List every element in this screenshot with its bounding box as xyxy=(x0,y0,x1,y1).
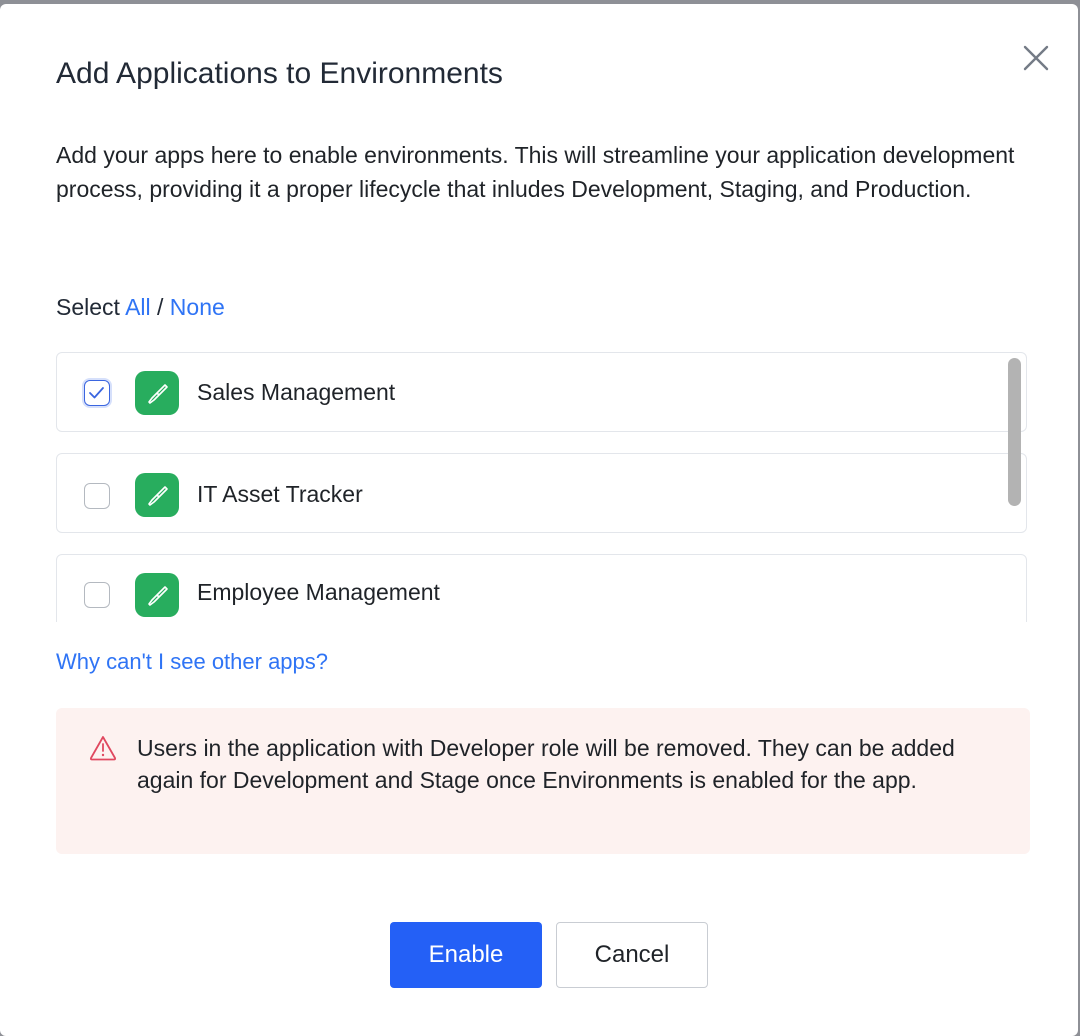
select-none-link[interactable]: None xyxy=(170,294,225,320)
warning-text: Users in the application with Developer … xyxy=(137,735,955,793)
close-icon xyxy=(1023,45,1049,71)
dialog-title: Add Applications to Environments xyxy=(56,57,503,90)
why-cant-i-see-apps-link[interactable]: Why can't I see other apps? xyxy=(56,646,328,678)
select-label: Select xyxy=(56,294,120,320)
app-item-it-asset-tracker[interactable]: IT Asset Tracker xyxy=(56,453,1027,533)
app-checkbox-sales-management[interactable] xyxy=(84,380,110,406)
app-name: IT Asset Tracker xyxy=(197,481,363,507)
checkmark-icon xyxy=(89,387,104,399)
warning-banner: Users in the application with Developer … xyxy=(56,708,1030,854)
app-icon xyxy=(135,473,179,517)
app-list-scrollbar[interactable] xyxy=(1008,358,1021,506)
app-list: Sales Management IT Asset Tracker Employ… xyxy=(56,352,1029,622)
select-separator: / xyxy=(157,294,164,320)
enable-button[interactable]: Enable xyxy=(390,922,542,988)
app-item-employee-management[interactable]: Employee Management xyxy=(56,554,1027,622)
add-apps-dialog: Add Applications to Environments Add you… xyxy=(0,4,1078,1036)
app-pen-icon xyxy=(148,586,168,606)
app-checkbox-employee-management[interactable] xyxy=(84,582,110,608)
select-all-link[interactable]: All xyxy=(125,294,151,320)
app-name: Employee Management xyxy=(197,579,440,605)
close-button[interactable] xyxy=(1018,40,1054,76)
app-item-sales-management[interactable]: Sales Management xyxy=(56,352,1027,432)
select-all-none: Select All / None xyxy=(56,290,225,324)
app-pen-icon xyxy=(148,384,168,404)
app-icon xyxy=(135,371,179,415)
app-icon xyxy=(135,573,179,617)
cancel-button[interactable]: Cancel xyxy=(556,922,708,988)
app-pen-icon xyxy=(148,486,168,506)
app-checkbox-it-asset-tracker[interactable] xyxy=(84,483,110,509)
dialog-description: Add your apps here to enable environment… xyxy=(56,142,1015,202)
warning-triangle-icon xyxy=(89,736,117,761)
app-name: Sales Management xyxy=(197,379,396,405)
